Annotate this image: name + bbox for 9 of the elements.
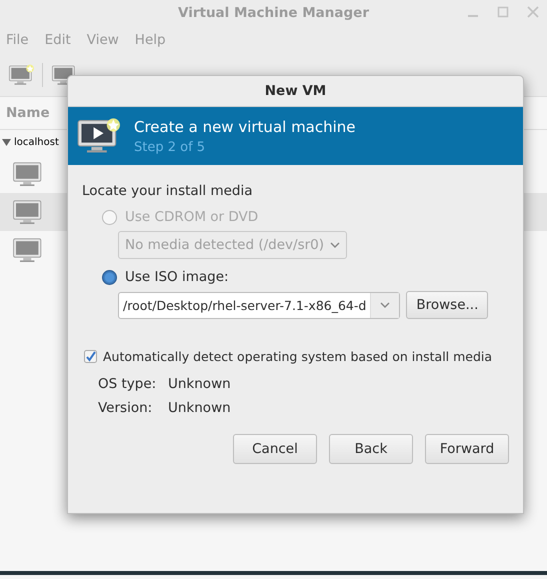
banner-heading: Create a new virtual machine	[134, 118, 356, 136]
window-title: Virtual Machine Manager	[178, 5, 369, 21]
info-value: Unknown	[168, 400, 232, 416]
dialog-title: New VM	[264, 83, 326, 99]
step-label: Step 2 of 5	[134, 140, 206, 154]
info-label: OS type:	[98, 376, 158, 392]
section-label: Locate your install media	[82, 183, 254, 199]
info-label: Version:	[98, 400, 154, 416]
info-value: Unknown	[168, 376, 232, 392]
